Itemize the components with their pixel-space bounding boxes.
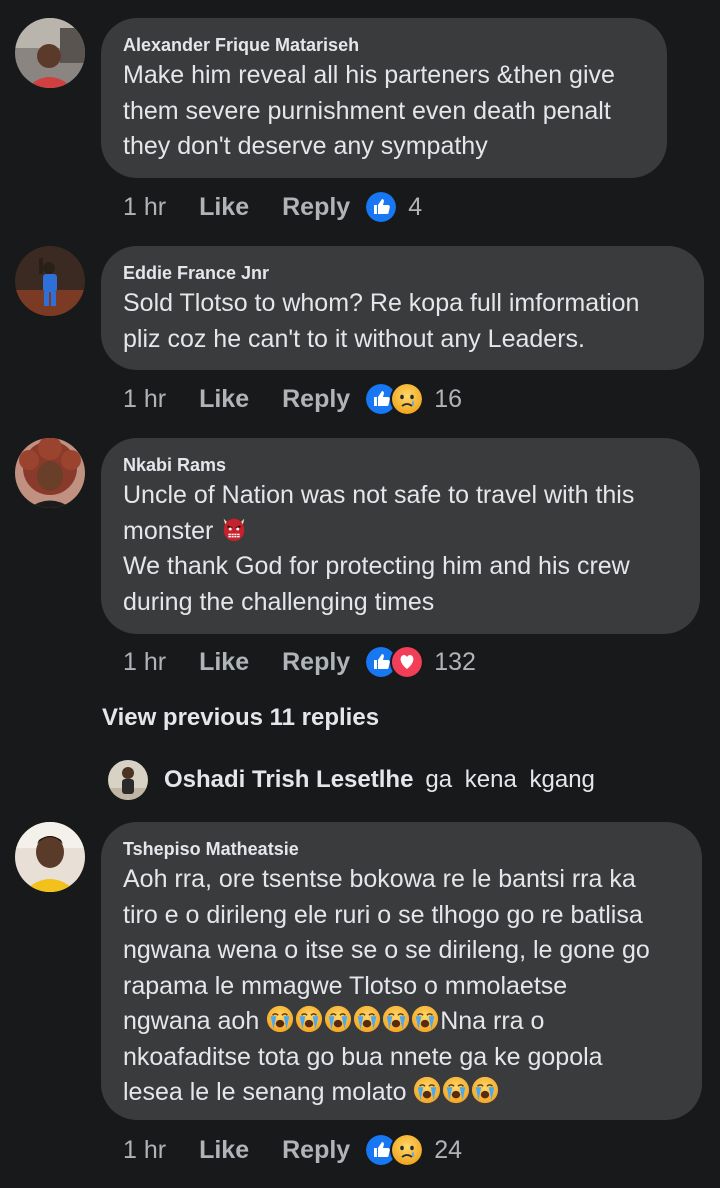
crying-emoji-icon [324,1005,352,1033]
avatar[interactable] [108,760,148,800]
crying-emoji-icon [413,1076,441,1104]
crying-emoji-icon [295,1005,323,1033]
comment-line: they don't deserve any sympathy [123,132,488,160]
comment-author[interactable]: Alexander Frique Matariseh [123,34,645,56]
comment-bubble: Eddie France Jnr Sold Tlotso to whom? Re… [101,246,704,370]
love-reaction-icon [390,645,425,679]
reply-button[interactable]: Reply [282,648,350,677]
comment-text: Aoh rra, ore tsentse bokowa re le bantsi… [123,862,680,1111]
comment-line: ngwana aoh [123,1007,260,1035]
avatar[interactable] [15,18,85,88]
comment-line: Make him reveal all his parteners &then … [123,61,615,89]
comment-timestamp[interactable]: 1 hr [123,385,166,414]
comment-line: nkoafaditse tota go bua nnete ga ke gopo… [123,1042,603,1071]
comment-line: pliz coz he can't to it without any Lead… [123,324,585,353]
crying-emoji-icon [471,1076,499,1104]
reply-button[interactable]: Reply [282,1136,350,1165]
like-button[interactable]: Like [199,193,249,222]
avatar[interactable] [15,822,85,892]
like-button[interactable]: Like [199,648,249,677]
comment-line: them severe purnishment even death penal… [123,96,611,125]
comment-author[interactable]: Tshepiso Matheatsie [123,838,680,860]
crying-emoji-icon [442,1076,470,1104]
comment-line: tiro e o dirileng ele ruri o se tlhogo g… [123,900,643,929]
comment-line: Uncle of Nation was not safe to travel w… [123,481,635,509]
reply-button[interactable]: Reply [282,193,350,222]
avatar[interactable] [15,438,85,508]
comment-line: rapama le mmagwe Tlotso o mmolaetse [123,971,568,1000]
reaction-count: 16 [434,384,463,413]
ogre-emoji-icon [220,515,248,543]
comment-actions: 1 hr Like Reply 132 [123,645,476,679]
comment-line: We thank God for protecting him and his … [123,552,630,580]
sad-reaction-icon [390,1133,425,1167]
comment-line: Nna rra o [440,1007,545,1035]
comment-actions: 1 hr Like Reply 24 [123,1133,462,1167]
crying-emoji-icon [353,1005,381,1033]
comment-line: lesea le le senang molato [123,1078,407,1106]
comment-text: Uncle of Nation was not safe to travel w… [123,478,678,620]
reaction-summary[interactable]: 16 [364,382,462,416]
crying-emoji-icon [411,1005,439,1033]
reply-author[interactable]: Oshadi Trish Lesetlhe [164,766,413,794]
comment-line: Sold Tlotso to whom? Re kopa full imform… [123,289,640,317]
reply-preview[interactable]: Oshadi Trish Lesetlhe ga kena kgang [108,758,595,802]
comment-timestamp[interactable]: 1 hr [123,648,166,677]
comment-author[interactable]: Nkabi Rams [123,454,678,476]
comment-timestamp[interactable]: 1 hr [123,193,166,222]
like-reaction-icon [364,190,399,224]
reaction-summary[interactable]: 24 [364,1133,462,1167]
reply-text: ga kena kgang [425,766,595,793]
avatar[interactable] [15,246,85,316]
comment-line: monster [123,516,214,545]
reaction-summary[interactable]: 4 [364,190,422,224]
like-button[interactable]: Like [199,385,249,414]
reaction-count: 4 [408,192,423,221]
comment-author[interactable]: Eddie France Jnr [123,262,682,284]
comment-line: Aoh rra, ore tsentse bokowa re le bantsi… [123,865,636,893]
crying-emoji-icon [266,1005,294,1033]
comment-text: Make him reveal all his parteners &then … [123,58,645,165]
reaction-summary[interactable]: 132 [364,645,476,679]
view-previous-replies-link[interactable]: View previous 11 replies [102,704,379,732]
comment-text: Sold Tlotso to whom? Re kopa full imform… [123,286,682,357]
sad-reaction-icon [390,382,425,416]
comment-line: during the challenging times [123,587,435,616]
reply-button[interactable]: Reply [282,385,350,414]
comment-timestamp[interactable]: 1 hr [123,1136,166,1165]
comment-bubble: Nkabi Rams Uncle of Nation was not safe … [101,438,700,634]
comment-bubble: Tshepiso Matheatsie Aoh rra, ore tsentse… [101,822,702,1120]
reaction-count: 132 [434,647,476,676]
comment-line: ngwana wena o itse se o se dirileng, le … [123,936,650,964]
comment-bubble: Alexander Frique Matariseh Make him reve… [101,18,667,178]
reaction-count: 24 [434,1135,463,1164]
comment-actions: 1 hr Like Reply 16 [123,382,462,416]
crying-emoji-icon [382,1005,410,1033]
like-button[interactable]: Like [199,1136,249,1165]
comment-actions: 1 hr Like Reply 4 [123,190,422,224]
